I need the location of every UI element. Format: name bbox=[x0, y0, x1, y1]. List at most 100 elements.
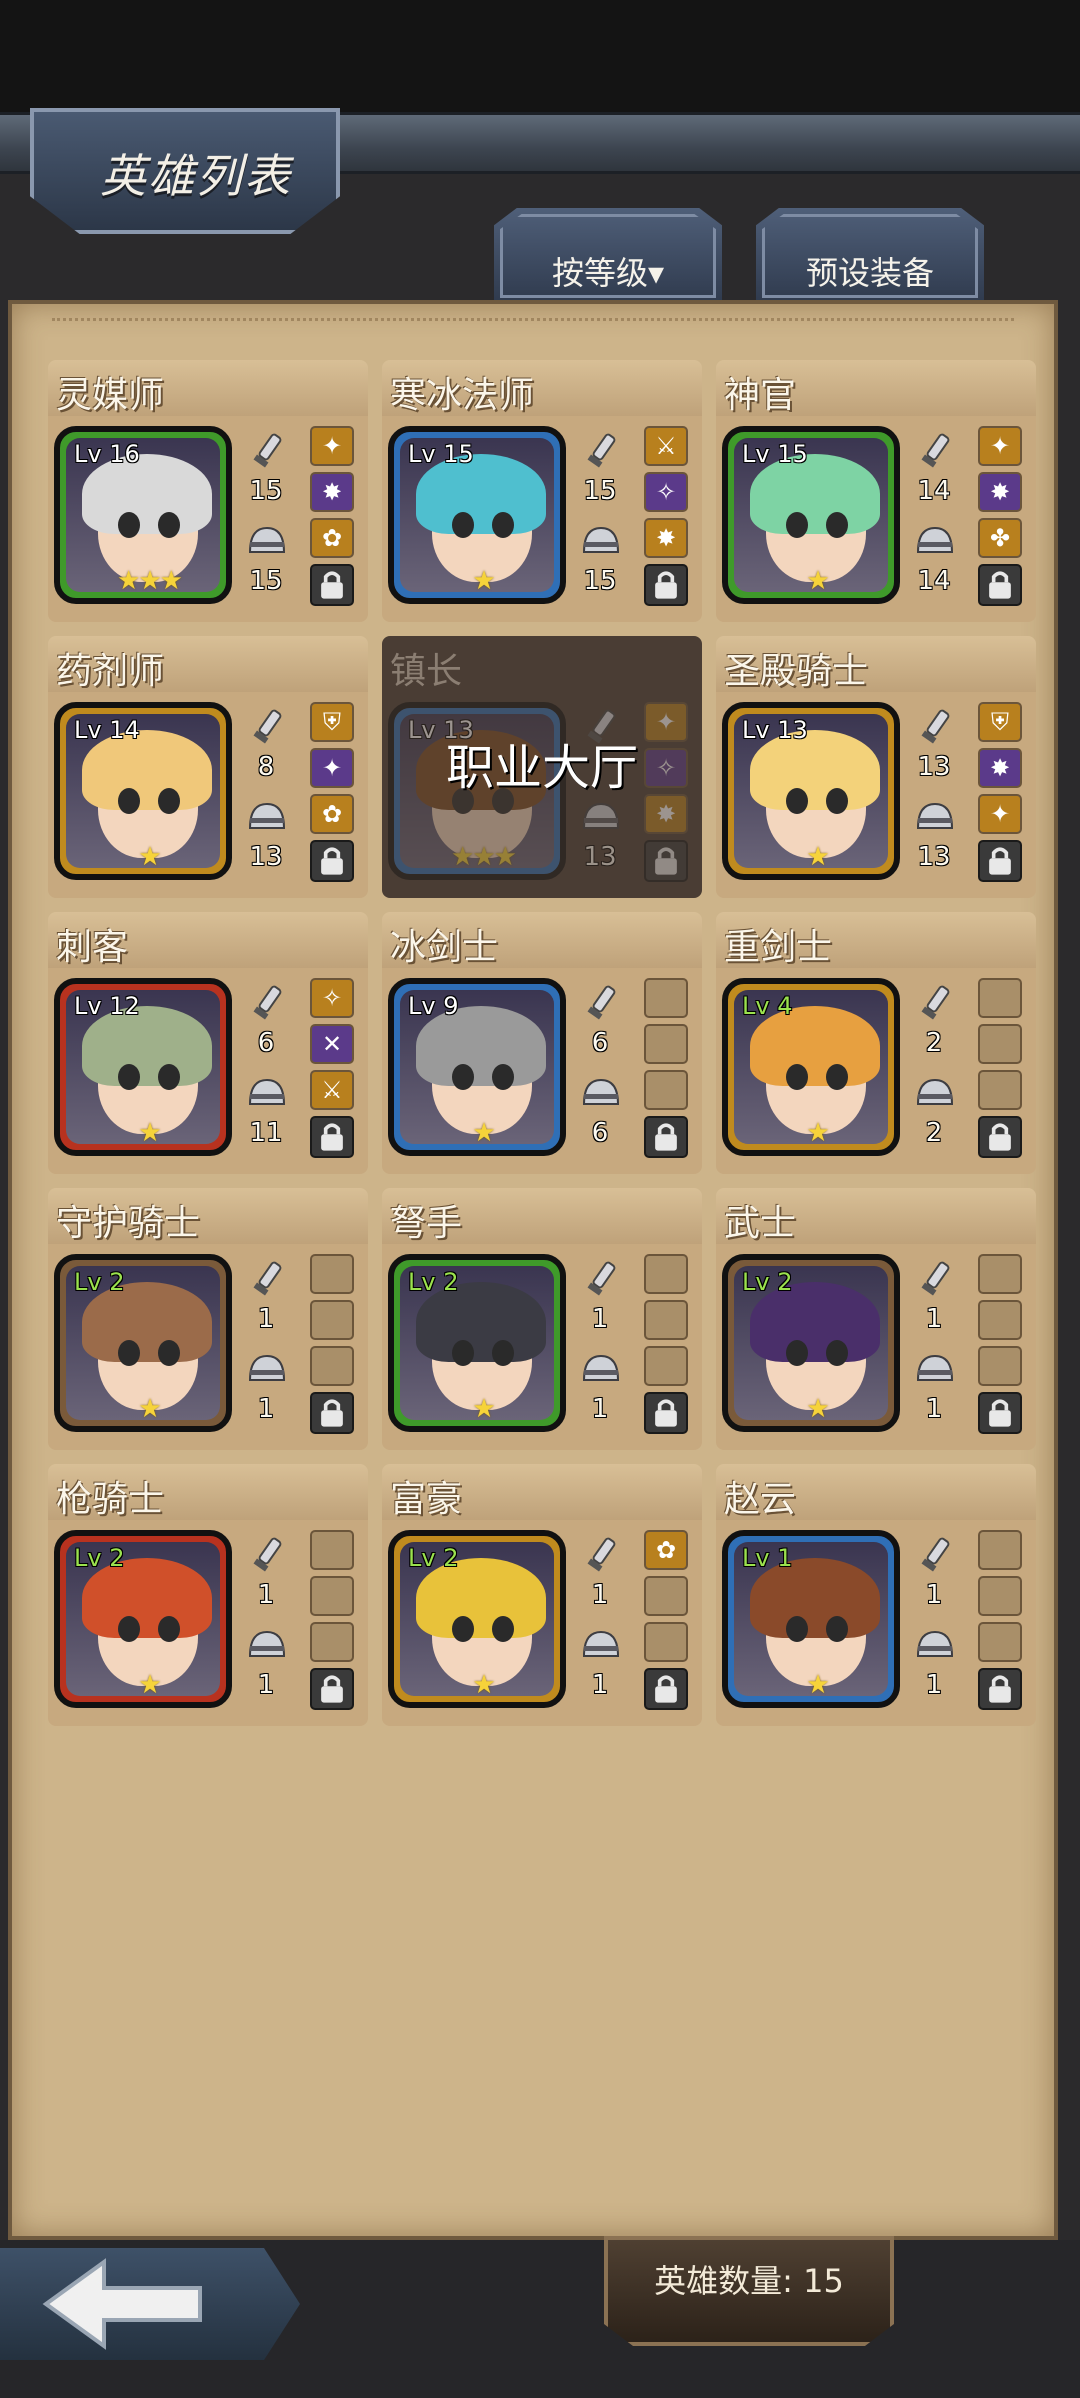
attack-value: 1 bbox=[591, 1580, 609, 1610]
hero-portrait[interactable]: Lv 9 ★ bbox=[388, 978, 566, 1156]
hero-card[interactable]: 镇长 Lv 13 ★★★ 13 ✦ ✧ ✸ 职业大厅 bbox=[382, 636, 702, 898]
hero-card-body: Lv 2 ★ 1 1 bbox=[48, 1520, 368, 1726]
hero-level: Lv 12 bbox=[74, 992, 140, 1020]
equipment-item-icon: ✧ bbox=[321, 984, 343, 1012]
hero-card[interactable]: 冰剑士 Lv 9 ★ 6 6 bbox=[382, 912, 702, 1174]
helmet-icon bbox=[580, 1626, 622, 1666]
equipment-slot[interactable]: ✿ bbox=[644, 1530, 688, 1570]
equipment-slot[interactable] bbox=[310, 1254, 354, 1294]
equipment-slot[interactable] bbox=[644, 1346, 688, 1386]
hero-card[interactable]: 守护骑士 Lv 2 ★ 1 1 bbox=[48, 1188, 368, 1450]
hero-portrait[interactable]: Lv 15 ★ bbox=[388, 426, 566, 604]
equipment-slot[interactable]: ✿ bbox=[310, 794, 354, 834]
hero-card-header: 灵媒师 bbox=[48, 360, 368, 416]
hero-portrait[interactable]: Lv 2 ★ bbox=[722, 1254, 900, 1432]
equipment-slot[interactable]: ✦ bbox=[310, 426, 354, 466]
hero-portrait[interactable]: Lv 13 ★ bbox=[722, 702, 900, 880]
equipment-slot[interactable] bbox=[310, 1300, 354, 1340]
hero-portrait[interactable]: Lv 16 ★★★ bbox=[54, 426, 232, 604]
equipment-item-icon: ✦ bbox=[989, 800, 1011, 828]
equipment-slot[interactable] bbox=[644, 1070, 688, 1110]
hero-portrait[interactable]: Lv 2 ★ bbox=[54, 1254, 232, 1432]
equipment-slot[interactable]: ✦ bbox=[310, 748, 354, 788]
lock-icon bbox=[310, 1668, 354, 1710]
equipment-slot[interactable] bbox=[644, 978, 688, 1018]
equipment-slot[interactable]: ✸ bbox=[644, 794, 688, 834]
hero-portrait[interactable]: Lv 2 ★ bbox=[54, 1530, 232, 1708]
equipment-slot[interactable]: ✤ bbox=[978, 518, 1022, 558]
hero-card[interactable]: 武士 Lv 2 ★ 1 1 bbox=[716, 1188, 1036, 1450]
equipment-slot[interactable] bbox=[978, 1070, 1022, 1110]
hero-card[interactable]: 刺客 Lv 12 ★ 6 11 ✧ ✕ ⚔ bbox=[48, 912, 368, 1174]
equipment-slot[interactable]: ✦ bbox=[978, 426, 1022, 466]
lock-icon bbox=[978, 564, 1022, 606]
equipment-slot[interactable]: ✸ bbox=[978, 748, 1022, 788]
equipment-slot[interactable] bbox=[978, 1346, 1022, 1386]
equipment-slot[interactable] bbox=[978, 1622, 1022, 1662]
equipment-slot[interactable]: ✧ bbox=[644, 472, 688, 512]
hero-eye bbox=[452, 512, 474, 538]
equipment-slot[interactable]: ✧ bbox=[310, 978, 354, 1018]
hero-eye bbox=[118, 1616, 140, 1642]
equipment-slot[interactable] bbox=[978, 978, 1022, 1018]
hero-portrait[interactable]: Lv 12 ★ bbox=[54, 978, 232, 1156]
hero-portrait[interactable]: Lv 1 ★ bbox=[722, 1530, 900, 1708]
hero-portrait[interactable]: Lv 15 ★ bbox=[722, 426, 900, 604]
equipment-item-icon: ⚔ bbox=[321, 1076, 343, 1104]
equipment-slot[interactable]: ⚔ bbox=[644, 426, 688, 466]
hero-portrait[interactable]: Lv 2 ★ bbox=[388, 1254, 566, 1432]
equipment-slot[interactable] bbox=[644, 1024, 688, 1064]
equipment-item-icon: ✸ bbox=[321, 478, 343, 506]
equipment-slot[interactable]: ⚔ bbox=[310, 1070, 354, 1110]
hero-card[interactable]: 赵云 Lv 1 ★ 1 1 bbox=[716, 1464, 1036, 1726]
lock-icon bbox=[978, 1668, 1022, 1710]
equipment-slot[interactable] bbox=[310, 1530, 354, 1570]
hero-card[interactable]: 灵媒师 Lv 16 ★★★ 15 15 ✦ ✸ ✿ bbox=[48, 360, 368, 622]
equipment-slot[interactable]: ✿ bbox=[310, 518, 354, 558]
equipment-slot[interactable]: ✸ bbox=[644, 518, 688, 558]
hero-portrait[interactable]: Lv 2 ★ bbox=[388, 1530, 566, 1708]
equipment-slot[interactable] bbox=[644, 1300, 688, 1340]
equipment-slot[interactable]: ✸ bbox=[310, 472, 354, 512]
equipment-slot[interactable] bbox=[310, 1576, 354, 1616]
equipment-slot[interactable] bbox=[644, 1254, 688, 1294]
helmet-icon bbox=[914, 1074, 956, 1114]
hero-card[interactable]: 神官 Lv 15 ★ 14 14 ✦ ✸ ✤ bbox=[716, 360, 1036, 622]
hero-stars: ★ bbox=[138, 842, 161, 872]
equipment-slot[interactable] bbox=[978, 1300, 1022, 1340]
sort-by-level-button[interactable]: 按等级▾ bbox=[494, 208, 722, 304]
hero-card[interactable]: 圣殿骑士 Lv 13 ★ 13 13 ⛨ ✸ ✦ bbox=[716, 636, 1036, 898]
hero-stats: 11 bbox=[574, 1530, 626, 1708]
hero-portrait[interactable]: Lv 14 ★ bbox=[54, 702, 232, 880]
attack-value: 6 bbox=[257, 1028, 275, 1058]
equipment-slot[interactable] bbox=[978, 1576, 1022, 1616]
equipment-slot[interactable] bbox=[644, 1576, 688, 1616]
job-hall-label[interactable]: 职业大厅 bbox=[382, 728, 702, 798]
equipment-slot[interactable] bbox=[978, 1024, 1022, 1064]
hero-portrait[interactable]: Lv 4 ★ bbox=[722, 978, 900, 1156]
hero-card[interactable]: 重剑士 Lv 4 ★ 2 2 bbox=[716, 912, 1036, 1174]
equipment-slot[interactable] bbox=[310, 1622, 354, 1662]
back-button[interactable] bbox=[0, 2248, 300, 2360]
hero-level: Lv 9 bbox=[408, 992, 459, 1020]
helmet-icon bbox=[914, 798, 956, 838]
equipment-slot[interactable]: ⛨ bbox=[310, 702, 354, 742]
equipment-slot[interactable] bbox=[644, 1622, 688, 1662]
hero-card-body: Lv 15 ★ 14 14 ✦ ✸ ✤ bbox=[716, 416, 1036, 622]
equipment-slot[interactable]: ✸ bbox=[978, 472, 1022, 512]
equipment-slot[interactable]: ⛨ bbox=[978, 702, 1022, 742]
equipment-slot[interactable] bbox=[978, 1530, 1022, 1570]
preset-equipment-button[interactable]: 预设装备 bbox=[756, 208, 984, 304]
hero-card[interactable]: 枪骑士 Lv 2 ★ 1 1 bbox=[48, 1464, 368, 1726]
equipment-slot[interactable]: ✦ bbox=[978, 794, 1022, 834]
helmet-icon bbox=[246, 798, 288, 838]
hero-card[interactable]: 弩手 Lv 2 ★ 1 1 bbox=[382, 1188, 702, 1450]
hero-card-header: 冰剑士 bbox=[382, 912, 702, 968]
hero-card[interactable]: 药剂师 Lv 14 ★ 8 13 ⛨ ✦ ✿ bbox=[48, 636, 368, 898]
equipment-slot[interactable] bbox=[978, 1254, 1022, 1294]
hero-card[interactable]: 寒冰法师 Lv 15 ★ 15 15 ⚔ ✧ ✸ bbox=[382, 360, 702, 622]
hero-card[interactable]: 富豪 Lv 2 ★ 1 1 ✿ bbox=[382, 1464, 702, 1726]
equipment-item-icon: ✸ bbox=[655, 800, 677, 828]
equipment-slot[interactable] bbox=[310, 1346, 354, 1386]
equipment-slot[interactable]: ✕ bbox=[310, 1024, 354, 1064]
